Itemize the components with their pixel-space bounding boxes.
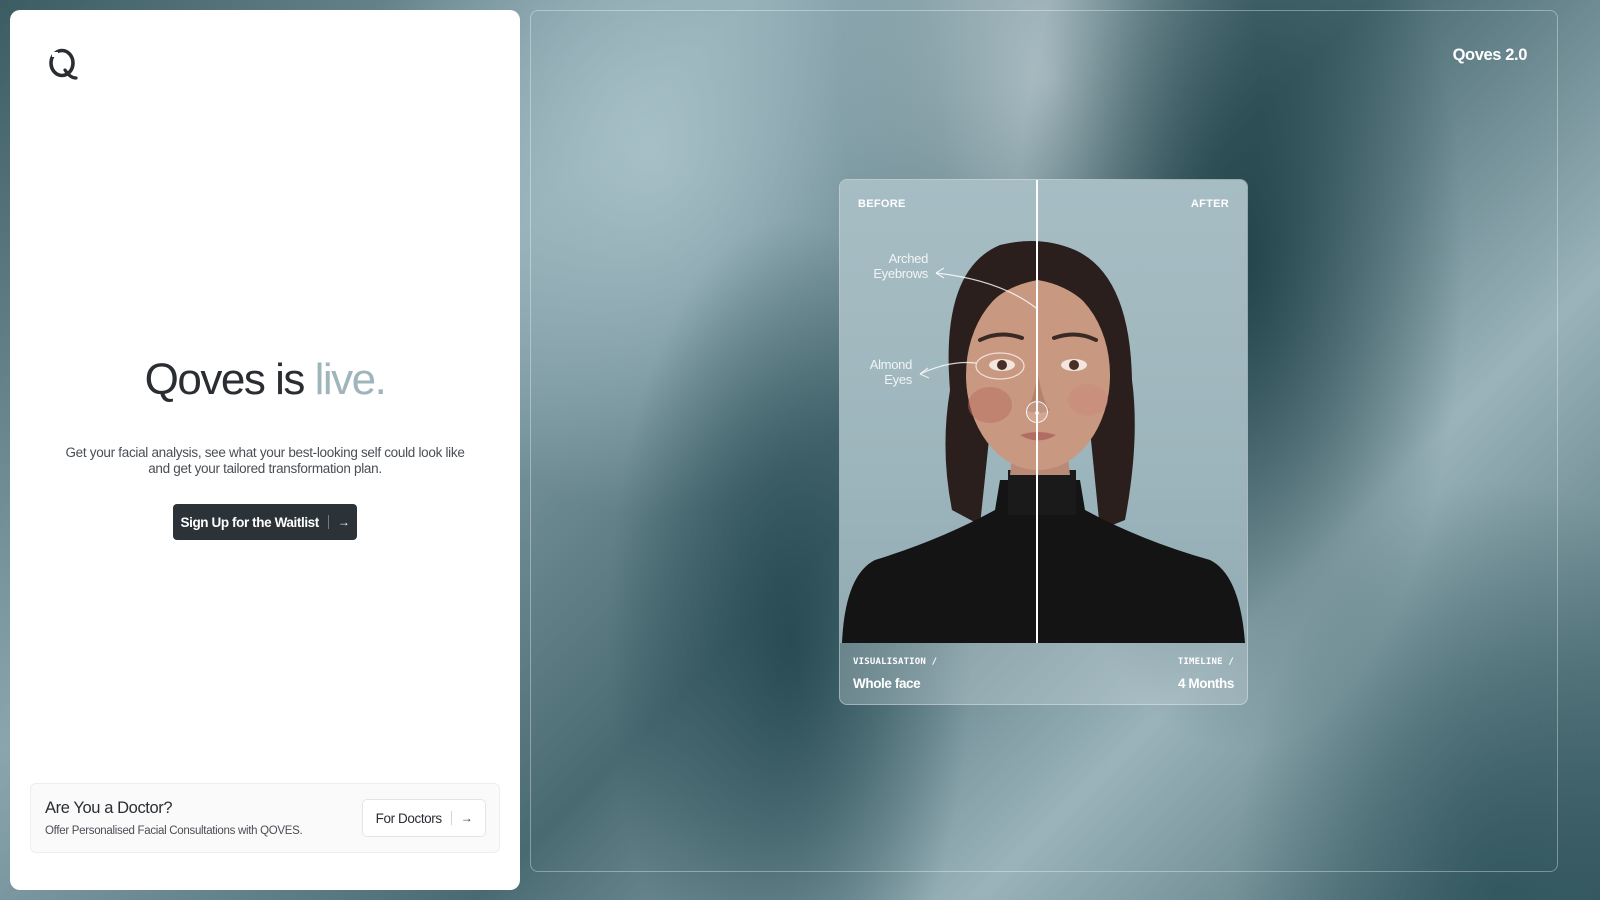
for-doctors-label: For Doctors bbox=[375, 810, 443, 826]
visualisation-value: Whole face bbox=[853, 676, 921, 691]
comparison-meta: VISUALISATION / Whole face TIMELINE / 4 … bbox=[840, 643, 1247, 704]
arrow-right-icon: → bbox=[337, 515, 350, 529]
hero-title: Qoves is live. bbox=[10, 355, 520, 405]
timeline-value: 4 Months bbox=[1177, 676, 1234, 691]
brand-label: Qoves 2.0 bbox=[1452, 46, 1528, 64]
button-separator bbox=[327, 515, 329, 529]
doctor-banner-title: Are You a Doctor? bbox=[45, 799, 173, 817]
waitlist-signup-label: Sign Up for the Waitlist bbox=[180, 514, 319, 530]
visualisation-key: VISUALISATION / bbox=[853, 657, 938, 667]
annotation-eyebrows: Arched Eyebrows bbox=[873, 251, 928, 281]
hero-title-accent: live. bbox=[314, 355, 387, 404]
for-doctors-button[interactable]: For Doctors → bbox=[362, 799, 486, 837]
hero-subtitle: Get your facial analysis, see what your … bbox=[65, 445, 465, 476]
after-label: AFTER bbox=[1190, 198, 1229, 210]
doctor-banner: Are You a Doctor? Offer Personalised Fac… bbox=[30, 783, 500, 853]
left-panel: Qoves is live. Get your facial analysis,… bbox=[10, 10, 520, 890]
comparison-photo: BEFORE AFTER Arched Eyebrows Almond Eyes… bbox=[840, 180, 1247, 643]
hero-section: Qoves is live. Get your facial analysis,… bbox=[10, 355, 520, 477]
doctor-banner-subtitle: Offer Personalised Facial Consultations … bbox=[45, 825, 303, 837]
waitlist-signup-button[interactable]: Sign Up for the Waitlist → bbox=[173, 504, 357, 540]
arrow-right-icon: → bbox=[460, 811, 473, 825]
right-panel: Qoves 2.0 BEFORE AFTER Arched Eyebrows A… bbox=[530, 10, 1558, 872]
hero-title-main: Qoves is bbox=[144, 355, 306, 404]
button-separator bbox=[450, 811, 452, 825]
before-after-card: BEFORE AFTER Arched Eyebrows Almond Eyes… bbox=[839, 179, 1248, 705]
annotation-eyes: Almond Eyes bbox=[869, 357, 913, 387]
before-label: BEFORE bbox=[858, 198, 906, 210]
drag-handle-icon[interactable]: ‹› bbox=[1026, 401, 1048, 423]
timeline-key: TIMELINE / bbox=[1177, 657, 1234, 667]
qoves-logo-icon[interactable] bbox=[48, 48, 78, 80]
